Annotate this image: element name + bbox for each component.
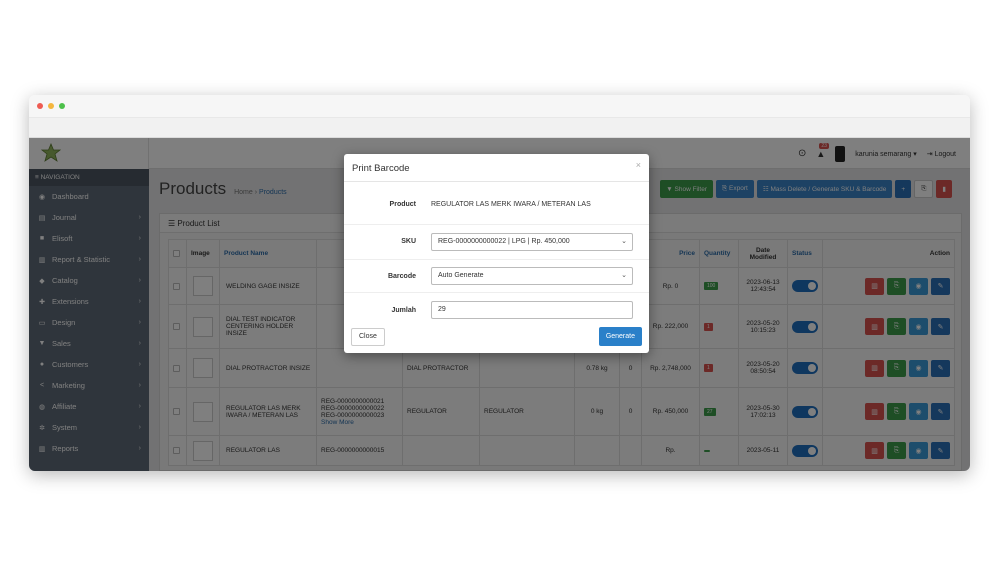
maximize-window-icon[interactable] <box>59 103 65 109</box>
product-value: REGULATOR LAS MERK IWARA / METERAN LAS <box>431 201 591 208</box>
title-bar <box>29 95 970 117</box>
chevron-down-icon: ⌄ <box>621 272 627 279</box>
jumlah-input-value: 29 <box>438 306 446 313</box>
close-window-icon[interactable] <box>37 103 43 109</box>
barcode-select-value: Auto Generate <box>438 272 484 279</box>
jumlah-input[interactable]: 29 <box>431 301 633 319</box>
sku-select-value: REG-0000000000022 | LPG | Rp. 450,000 <box>438 238 570 245</box>
minimize-window-icon[interactable] <box>48 103 54 109</box>
admin-app: ⊙ ▲23 karunia semarang ▾ ⇥ Logout ≡ NAVI… <box>29 138 970 471</box>
sku-label: SKU <box>401 238 416 245</box>
barcode-select[interactable]: Auto Generate ⌄ <box>431 267 633 285</box>
sku-select[interactable]: REG-0000000000022 | LPG | Rp. 450,000 ⌄ <box>431 233 633 251</box>
barcode-label: Barcode <box>387 273 416 280</box>
modal-title: Print Barcode <box>352 163 410 174</box>
generate-button[interactable]: Generate <box>598 327 642 346</box>
browser-toolbar <box>29 117 970 138</box>
product-label: Product <box>389 201 416 208</box>
chevron-down-icon: ⌄ <box>621 238 627 245</box>
jumlah-label: Jumlah <box>391 307 416 314</box>
print-barcode-modal: Print Barcode × Product REGULATOR LAS ME… <box>344 154 649 353</box>
browser-window: ⊙ ▲23 karunia semarang ▾ ⇥ Logout ≡ NAVI… <box>29 95 970 471</box>
modal-footer: Close Generate <box>344 318 649 353</box>
close-button[interactable]: Close <box>351 328 385 346</box>
modal-close-icon[interactable]: × <box>636 160 641 170</box>
